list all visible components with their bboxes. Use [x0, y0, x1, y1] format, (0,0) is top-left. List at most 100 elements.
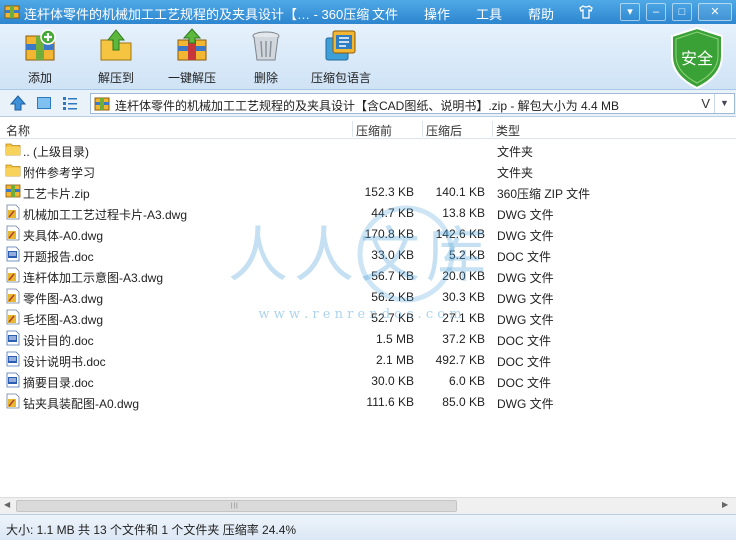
- column-type[interactable]: 类型: [496, 122, 520, 139]
- file-type: DWG 文件: [497, 271, 554, 285]
- doc-icon: [5, 246, 21, 262]
- column-compressed[interactable]: 压缩前: [356, 122, 392, 139]
- scroll-left-icon[interactable]: ◀: [4, 500, 10, 509]
- file-name: 设计目的.doc: [23, 334, 94, 348]
- toolbar: 添加 解压到 一键解压 删除 压缩包语言 安全: [0, 24, 736, 90]
- list-item[interactable]: 毛坯图-A3.dwg 52.7 KB 27.1 KB DWG 文件: [0, 307, 736, 328]
- skin-shirt-icon[interactable]: [578, 4, 594, 20]
- file-name: 机械加工工艺过程卡片-A3.dwg: [23, 208, 188, 222]
- one-click-extract-icon: [177, 28, 207, 61]
- archive-path: 连杆体零件的机械加工工艺规程的及夹具设计【含CAD图纸、说明书】.zip - 解…: [115, 99, 620, 113]
- horizontal-scrollbar[interactable]: ◀ ||| ▶: [0, 497, 736, 514]
- path-field[interactable]: 连杆体零件的机械加工工艺规程的及夹具设计【含CAD图纸、说明书】.zip - 解…: [90, 93, 735, 114]
- file-type: DWG 文件: [497, 397, 554, 411]
- file-name: 连杆体加工示意图-A3.dwg: [23, 271, 164, 285]
- app-archive-icon: [4, 5, 20, 19]
- path-v-glyph[interactable]: V: [701, 96, 710, 111]
- list-item[interactable]: 开题报告.doc 33.0 KB 5.2 KB DOC 文件: [0, 244, 736, 265]
- extract-folder-icon: [100, 29, 132, 61]
- uncompressed-size: 30.3 KB: [442, 290, 485, 304]
- file-name: 零件图-A3.dwg: [23, 292, 104, 306]
- one-click-extract-label: 一键解压: [167, 71, 216, 85]
- list-item[interactable]: 附件参考学习 文件夹: [0, 160, 736, 181]
- list-item[interactable]: 机械加工工艺过程卡片-A3.dwg 44.7 KB 13.8 KB DWG 文件: [0, 202, 736, 223]
- dwg-icon: [5, 204, 21, 220]
- uncompressed-size: 140.1 KB: [435, 185, 485, 199]
- large-icon-view-icon[interactable]: [36, 95, 52, 111]
- file-type: DOC 文件: [497, 355, 552, 369]
- dwg-icon: [5, 288, 21, 304]
- scroll-right-icon[interactable]: ▶: [722, 500, 728, 509]
- list-item[interactable]: 工艺卡片.zip 152.3 KB 140.1 KB 360压缩 ZIP 文件: [0, 181, 736, 202]
- file-name: 毛坯图-A3.dwg: [23, 313, 104, 327]
- column-separator[interactable]: [352, 121, 353, 137]
- file-name: 附件参考学习: [23, 166, 96, 180]
- window-title: 连杆体零件的机械加工工艺规程的及夹具设计【… - 360压缩: [24, 7, 370, 22]
- uncompressed-size: 37.2 KB: [442, 332, 485, 346]
- menu-operation[interactable]: 操作: [424, 4, 450, 23]
- list-item[interactable]: 钻夹具装配图-A0.dwg 111.6 KB 85.0 KB DWG 文件: [0, 391, 736, 412]
- file-list-header: 名称 压缩前 压缩后 类型: [0, 119, 736, 139]
- add-label: 添加: [27, 71, 52, 85]
- column-name[interactable]: 名称: [6, 122, 30, 139]
- list-item[interactable]: 摘要目录.doc 30.0 KB 6.0 KB DOC 文件: [0, 370, 736, 391]
- extract-to-button[interactable]: 解压到: [86, 28, 146, 88]
- file-type: 360压缩 ZIP 文件: [497, 187, 591, 201]
- add-button[interactable]: 添加: [10, 28, 70, 88]
- column-uncompressed[interactable]: 压缩后: [426, 122, 462, 139]
- up-arrow-icon[interactable]: [9, 95, 27, 111]
- file-type: DWG 文件: [497, 208, 554, 222]
- file-type: DOC 文件: [497, 250, 552, 264]
- uncompressed-size: 85.0 KB: [442, 395, 485, 409]
- uncompressed-size: 20.0 KB: [442, 269, 485, 283]
- column-separator[interactable]: [492, 121, 493, 137]
- address-bar: 连杆体零件的机械加工工艺规程的及夹具设计【含CAD图纸、说明书】.zip - 解…: [0, 90, 736, 117]
- compressed-size: 1.5 MB: [375, 332, 414, 346]
- menu-file[interactable]: 文件: [372, 4, 398, 23]
- close-button[interactable]: ✕: [698, 3, 732, 21]
- menu-help[interactable]: 帮助: [528, 4, 554, 23]
- uncompressed-size: 13.8 KB: [442, 206, 485, 220]
- compressed-size: 2.1 MB: [375, 353, 414, 367]
- delete-button[interactable]: 删除: [236, 28, 296, 88]
- list-item[interactable]: 连杆体加工示意图-A3.dwg 56.7 KB 20.0 KB DWG 文件: [0, 265, 736, 286]
- dwg-icon: [5, 267, 21, 283]
- list-item[interactable]: 设计目的.doc 1.5 MB 37.2 KB DOC 文件: [0, 328, 736, 349]
- archive-icon: [94, 97, 110, 111]
- one-click-extract-button[interactable]: 一键解压: [162, 28, 222, 88]
- maximize-button[interactable]: □: [672, 3, 692, 21]
- list-item[interactable]: 夹具体-A0.dwg 170.8 KB 142.6 KB DWG 文件: [0, 223, 736, 244]
- list-item[interactable]: 零件图-A3.dwg 56.2 KB 30.3 KB DWG 文件: [0, 286, 736, 307]
- file-name: 设计说明书.doc: [23, 355, 106, 369]
- archive-language-button[interactable]: 压缩包语言: [310, 28, 372, 88]
- compressed-size: 152.3 KB: [364, 185, 414, 199]
- menu-dropdown-button[interactable]: ▾: [620, 3, 640, 21]
- status-text: 大小: 1.1 MB 共 13 个文件和 1 个文件夹 压缩率 24.4%: [6, 523, 297, 537]
- menu-tools[interactable]: 工具: [476, 4, 502, 23]
- file-name: 钻夹具装配图-A0.dwg: [23, 397, 140, 411]
- doc-icon: [5, 330, 21, 346]
- dwg-icon: [5, 309, 21, 325]
- file-type: 文件夹: [497, 145, 534, 159]
- security-badge-text: 安全: [681, 49, 713, 68]
- list-view-icon[interactable]: [62, 95, 78, 111]
- doc-icon: [5, 372, 21, 388]
- file-name: 摘要目录.doc: [23, 376, 94, 390]
- zip-icon: [5, 183, 21, 199]
- folder-icon: [5, 162, 21, 178]
- uncompressed-size: 6.0 KB: [448, 374, 485, 388]
- file-list: .. (上级目录) 文件夹 附件参考学习 文件夹 工艺卡片.zip 152.3 KB 1…: [0, 139, 736, 412]
- dwg-icon: [5, 225, 21, 241]
- file-type: 文件夹: [497, 166, 534, 180]
- list-item[interactable]: 设计说明书.doc 2.1 MB 492.7 KB DOC 文件: [0, 349, 736, 370]
- uncompressed-size: 142.6 KB: [435, 227, 485, 241]
- security-shield-icon[interactable]: 安全: [668, 26, 726, 90]
- column-separator[interactable]: [422, 121, 423, 137]
- minimize-button[interactable]: –: [646, 3, 666, 21]
- list-item[interactable]: .. (上级目录) 文件夹: [0, 139, 736, 160]
- path-dropdown-button[interactable]: ▼: [714, 94, 734, 113]
- scrollbar-thumb[interactable]: |||: [16, 500, 457, 512]
- compressed-size: 44.7 KB: [371, 206, 414, 220]
- dwg-icon: [5, 393, 21, 409]
- compressed-size: 52.7 KB: [371, 311, 414, 325]
